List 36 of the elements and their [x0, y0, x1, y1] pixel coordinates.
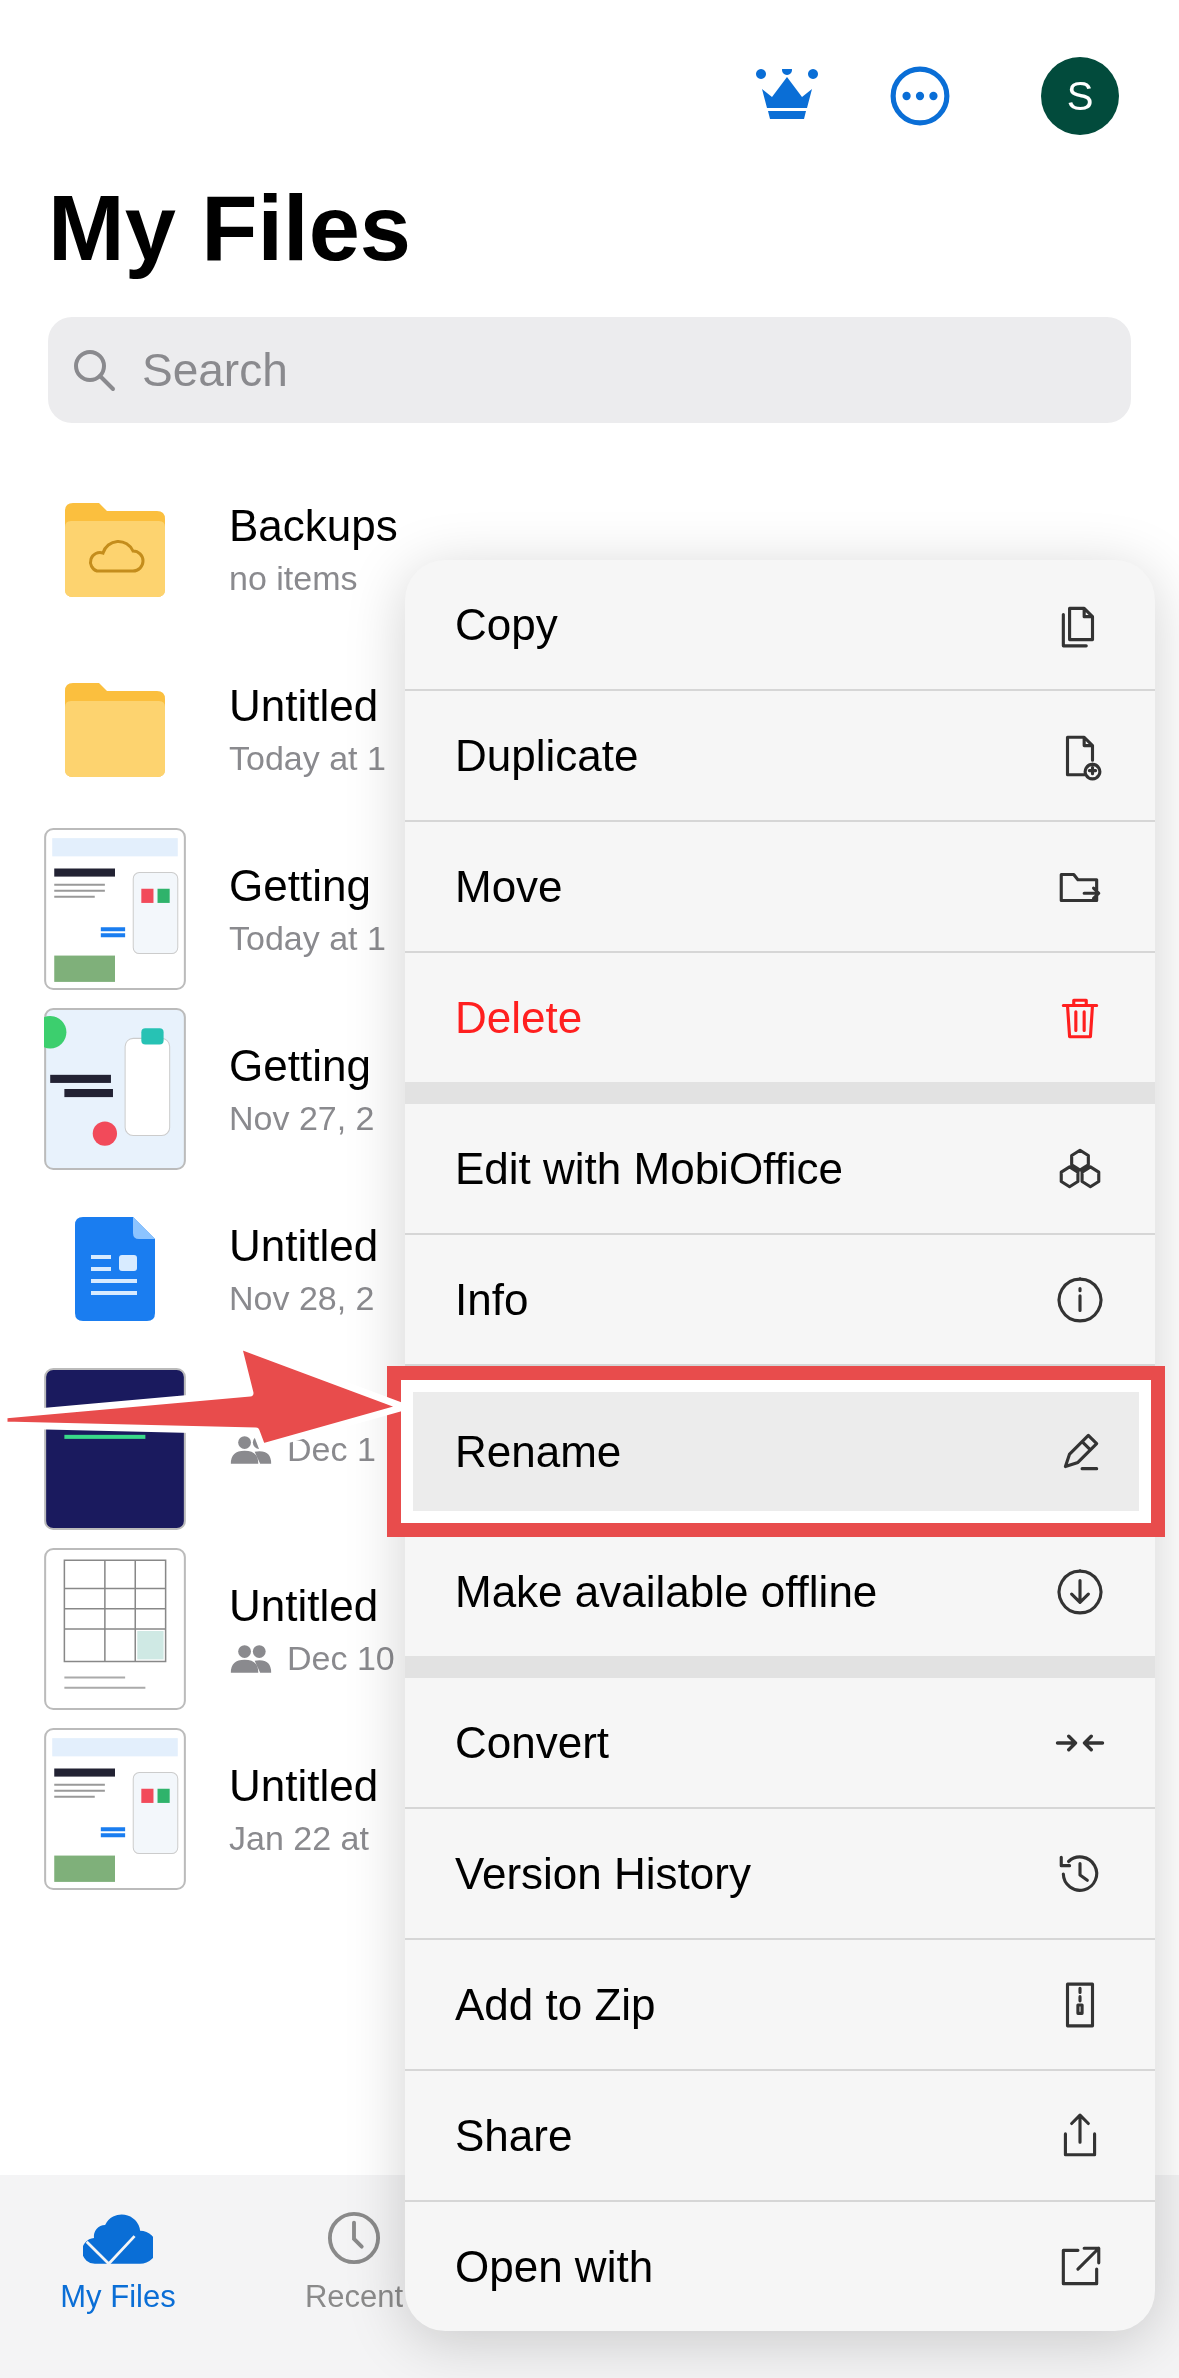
- page-title: My Files: [48, 178, 411, 280]
- menu-item[interactable]: Rename: [413, 1392, 1139, 1511]
- file-meta: Today at 1: [229, 918, 386, 958]
- file-name: Untitled: [229, 1220, 379, 1271]
- file-name: Getting: [229, 860, 372, 911]
- menu-item[interactable]: Add to Zip: [405, 1940, 1155, 2071]
- folder-icon: [64, 681, 165, 778]
- file-meta: Dec 10: [287, 1638, 395, 1678]
- menu-item[interactable]: Make available offline: [405, 1527, 1155, 1656]
- menu-item[interactable]: Move: [405, 822, 1155, 953]
- file-meta: Jan 22 at: [229, 1818, 369, 1858]
- tab[interactable]: My Files: [0, 2175, 236, 2378]
- file-name: Getting: [229, 1040, 372, 1091]
- file-name: Untitled: [229, 1580, 380, 1631]
- menu-item[interactable]: Open with: [405, 2202, 1155, 2331]
- convert-icon: [1055, 1733, 1105, 1752]
- avatar[interactable]: S: [1041, 57, 1119, 135]
- file-name: Backups: [229, 500, 398, 551]
- menu-item[interactable]: Copy: [405, 560, 1155, 691]
- more-icon[interactable]: [889, 65, 951, 127]
- file-meta: Today at 1: [229, 738, 386, 778]
- menu-item[interactable]: Edit with MobiOffice: [405, 1104, 1155, 1235]
- cloud-folder-icon: [64, 501, 165, 598]
- search-field[interactable]: Search: [48, 317, 1131, 424]
- file-meta: Nov 28, 2: [229, 1278, 375, 1318]
- file-name: Untitled: [229, 680, 380, 731]
- menu-item[interactable]: Share: [405, 2071, 1155, 2202]
- file-name: Untitled: [229, 1760, 379, 1811]
- menu-item[interactable]: Convert: [405, 1678, 1155, 1809]
- file-meta: no items: [229, 558, 358, 598]
- menu-item[interactable]: Duplicate: [405, 691, 1155, 822]
- menu-item[interactable]: Version History: [405, 1809, 1155, 1940]
- cloud-icon: [83, 2211, 153, 2265]
- clock-icon: [327, 2211, 381, 2265]
- menu-item[interactable]: Delete: [405, 953, 1155, 1082]
- file-meta: Nov 27, 2: [229, 1098, 375, 1138]
